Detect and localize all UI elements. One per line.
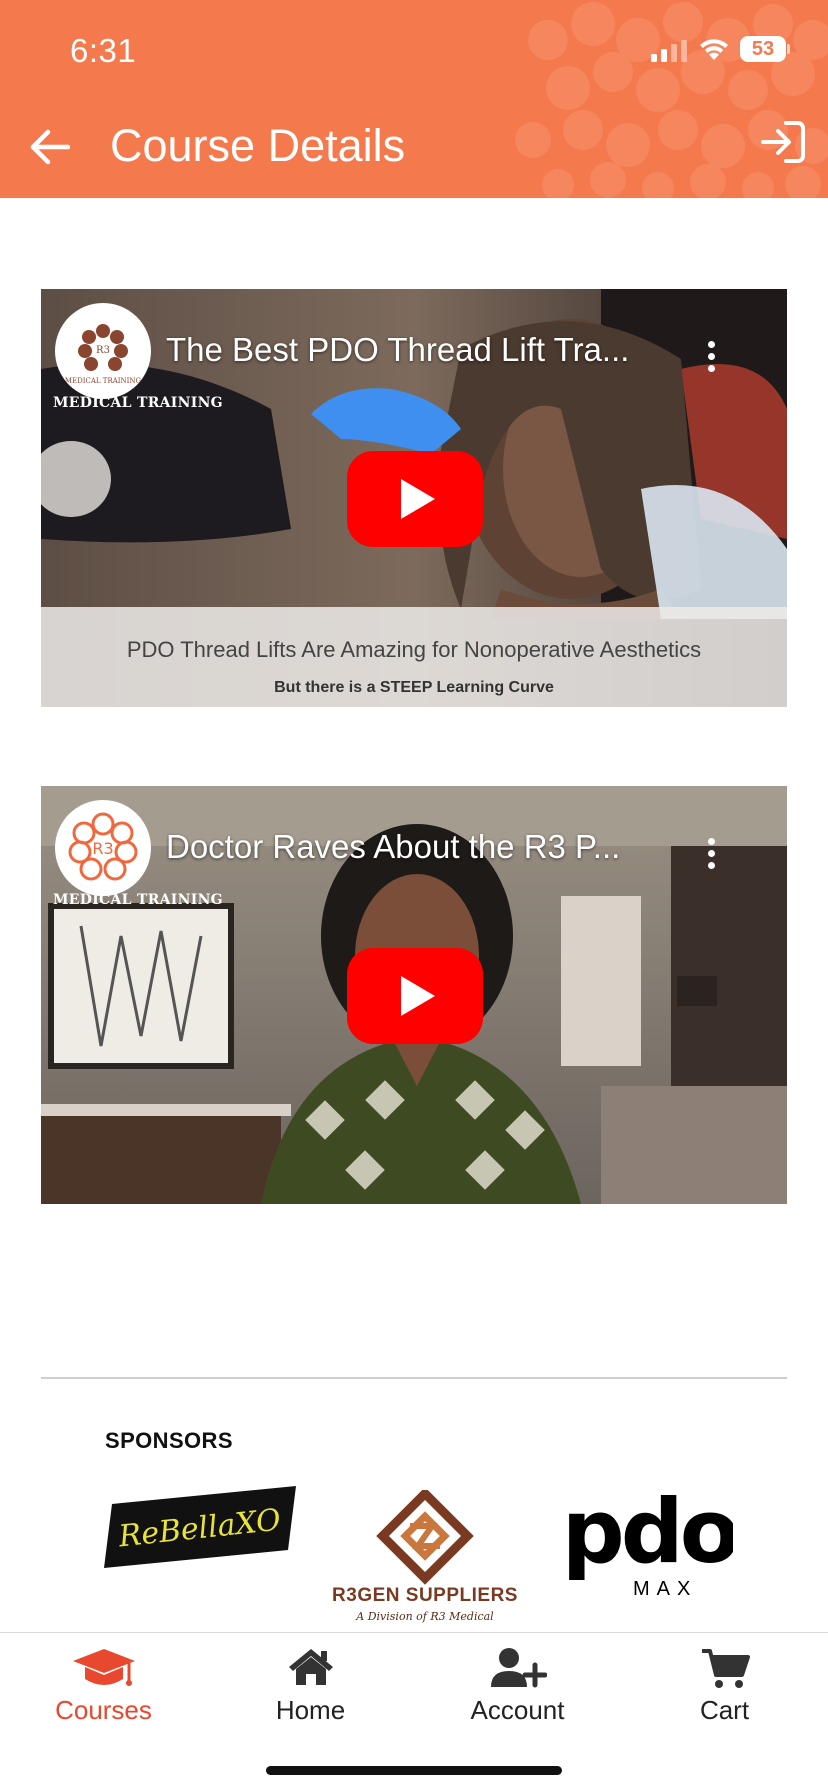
svg-text:R3: R3 bbox=[96, 345, 110, 356]
tab-label: Account bbox=[470, 1695, 565, 1725]
channel-avatar[interactable]: R3 bbox=[55, 800, 151, 896]
video-more-options-icon[interactable] bbox=[703, 341, 719, 377]
r3-medical-training-logo-icon: R3 bbox=[57, 802, 149, 894]
youtube-play-icon[interactable] bbox=[347, 451, 483, 547]
channel-caption: MEDICAL TRAINING bbox=[53, 395, 223, 411]
tab-label: Courses bbox=[55, 1695, 152, 1725]
pdo-wordmark: pdo bbox=[565, 1488, 733, 1580]
sponsors-heading: SPONSORS bbox=[105, 1428, 233, 1453]
back-button[interactable] bbox=[26, 124, 72, 170]
sign-in-icon bbox=[761, 121, 805, 163]
channel-avatar[interactable]: R3 MEDICAL TRAINING bbox=[55, 303, 151, 399]
battery-level: 53 bbox=[751, 38, 775, 60]
tab-account[interactable]: Account bbox=[414, 1633, 621, 1743]
video-title[interactable]: The Best PDO Thread Lift Tra... bbox=[166, 331, 686, 369]
cellular-signal-icon bbox=[651, 40, 687, 62]
tab-label: Cart bbox=[699, 1695, 750, 1725]
home-indicator bbox=[266, 1766, 562, 1775]
avatar-caption: MEDICAL TRAINING bbox=[65, 377, 142, 385]
r3gen-diamond-icon bbox=[376, 1490, 474, 1585]
battery-indicator: 53 bbox=[740, 36, 790, 62]
sponsor-r3gen-logo[interactable]: R3GEN SUPPLIERS A Division of R3 Medical bbox=[332, 1490, 518, 1626]
app-header: 6:31 53 Course Details bbox=[0, 0, 828, 198]
tab-cart[interactable]: Cart bbox=[621, 1633, 828, 1743]
r3gen-subtitle: A Division of R3 Medical bbox=[356, 1610, 494, 1623]
page-title: Course Details bbox=[110, 120, 406, 171]
video-caption-main: PDO Thread Lifts Are Amazing for Nonoper… bbox=[126, 637, 702, 662]
wifi-icon bbox=[700, 39, 728, 60]
avatar-caption: R3 bbox=[92, 839, 113, 858]
youtube-play-icon[interactable] bbox=[347, 948, 483, 1044]
video-title[interactable]: Doctor Raves About the R3 P... bbox=[166, 828, 686, 866]
pdo-max-logo-icon: pdo bbox=[565, 1488, 733, 1580]
graduation-cap-icon bbox=[72, 1649, 135, 1686]
login-button[interactable] bbox=[760, 120, 808, 166]
arrow-left-icon bbox=[30, 129, 70, 165]
video-embed-pdo-thread-lift[interactable]: R3 MEDICAL TRAINING MEDICAL TRAINING The… bbox=[41, 289, 787, 707]
video-embed-doctor-raves[interactable]: R3 MEDICAL TRAINING Doctor Raves About t… bbox=[41, 786, 787, 1204]
battery-nub bbox=[787, 44, 790, 54]
section-divider bbox=[41, 1377, 787, 1379]
r3-medical-training-logo-icon: R3 MEDICAL TRAINING bbox=[57, 305, 149, 397]
sponsor-pdo-max-logo[interactable]: pdo MAX bbox=[565, 1488, 733, 1600]
status-time: 6:31 bbox=[70, 32, 137, 69]
channel-caption: MEDICAL TRAINING bbox=[53, 892, 223, 908]
pdo-max-subtitle: MAX bbox=[633, 1578, 698, 1600]
rebellaxo-logo-icon: ReBellaXO bbox=[104, 1486, 296, 1568]
tab-courses[interactable]: Courses bbox=[0, 1633, 207, 1743]
video-more-options-icon[interactable] bbox=[703, 838, 719, 874]
video-caption-sub: But there is a STEEP Learning Curve bbox=[274, 679, 554, 696]
status-bar: 6:31 53 bbox=[0, 0, 828, 100]
user-plus-icon bbox=[490, 1648, 547, 1688]
video-caption-overlay: PDO Thread Lifts Are Amazing for Nonoper… bbox=[41, 607, 787, 707]
tab-home[interactable]: Home bbox=[207, 1633, 414, 1743]
tab-label: Home bbox=[275, 1695, 346, 1725]
sponsor-rebellaxo-logo[interactable]: ReBellaXO bbox=[104, 1486, 298, 1568]
home-icon bbox=[288, 1649, 333, 1685]
r3gen-wordmark: R3GEN SUPPLIERS bbox=[332, 1585, 518, 1606]
cart-icon bbox=[701, 1649, 750, 1688]
